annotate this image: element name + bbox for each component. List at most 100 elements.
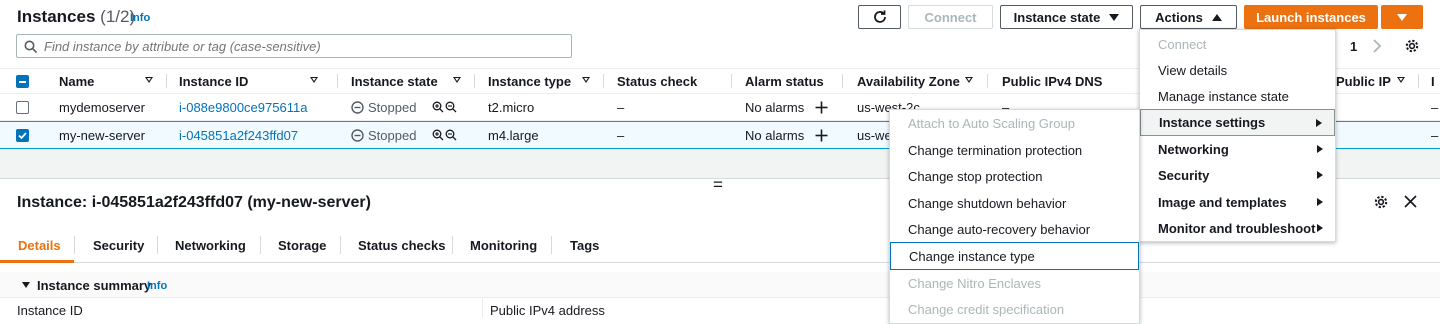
menu-item-instance-settings[interactable]: Instance settings bbox=[1140, 109, 1335, 136]
menu-item-monitor-and-troubleshoot[interactable]: Monitor and troubleshoot bbox=[1140, 215, 1335, 241]
gear-icon[interactable] bbox=[1373, 194, 1389, 210]
caret-down-icon bbox=[1109, 13, 1120, 21]
page-number[interactable]: 1 bbox=[1350, 39, 1357, 54]
zoom-icons[interactable] bbox=[432, 94, 457, 120]
field-label-public-ipv4: Public IPv4 address bbox=[490, 303, 605, 318]
zoom-in-icon[interactable] bbox=[432, 129, 444, 141]
chevron-right-icon bbox=[1316, 119, 1322, 127]
cell-alarm-status: No alarms bbox=[745, 127, 805, 143]
col-header-public-ip[interactable]: Public IP bbox=[1336, 69, 1391, 93]
menu-item-label: Security bbox=[1158, 167, 1210, 183]
row-checkbox[interactable] bbox=[16, 129, 29, 142]
menu-item-label: Image and templates bbox=[1158, 194, 1287, 210]
menu-item-attach-auto-scaling[interactable]: Attach to Auto Scaling Group bbox=[890, 110, 1139, 136]
cell-state: Stopped bbox=[351, 94, 416, 120]
cell-instance-id[interactable]: i-045851a2f243ffd07 bbox=[179, 122, 298, 148]
launch-instances-button[interactable]: Launch instances bbox=[1244, 5, 1378, 29]
tab-security[interactable]: Security bbox=[93, 236, 144, 254]
actions-button[interactable]: Actions bbox=[1140, 5, 1237, 29]
title-text: Instances bbox=[17, 7, 96, 26]
connect-button[interactable]: Connect bbox=[908, 5, 993, 29]
zoom-out-icon[interactable] bbox=[445, 101, 457, 113]
chevron-right-icon bbox=[1317, 224, 1323, 232]
menu-item-change-stop-protection[interactable]: Change stop protection bbox=[890, 163, 1139, 189]
tab-tags[interactable]: Tags bbox=[570, 236, 599, 254]
chevron-right-icon bbox=[1317, 198, 1323, 206]
close-icon[interactable] bbox=[1404, 195, 1417, 208]
search-input[interactable] bbox=[44, 37, 564, 55]
cell-instance-id[interactable]: i-088e9800ce975611a bbox=[179, 94, 307, 120]
tab-details[interactable]: Details bbox=[18, 236, 61, 254]
caret-down-icon bbox=[1397, 13, 1407, 21]
sort-icon[interactable] bbox=[453, 77, 461, 83]
menu-item-security[interactable]: Security bbox=[1140, 162, 1335, 188]
cell-instance-type: m4.large bbox=[488, 127, 539, 143]
add-alarm-icon[interactable] bbox=[815, 129, 828, 142]
col-header-instance-state[interactable]: Instance state bbox=[351, 69, 438, 93]
tab-monitoring[interactable]: Monitoring bbox=[470, 236, 537, 254]
sort-icon[interactable] bbox=[965, 77, 973, 83]
instance-state-label: Instance state bbox=[1013, 9, 1101, 25]
gear-icon[interactable] bbox=[1404, 38, 1420, 54]
col-header-instance-id[interactable]: Instance ID bbox=[179, 69, 248, 93]
col-header-public-dns[interactable]: Public IPv4 DNS bbox=[1002, 69, 1102, 93]
field-label-instance-id: Instance ID bbox=[17, 303, 83, 318]
menu-item-change-shutdown-behavior[interactable]: Change shutdown behavior bbox=[890, 190, 1139, 216]
info-link[interactable]: Info bbox=[130, 12, 150, 24]
instance-state-button[interactable]: Instance state bbox=[1000, 5, 1133, 29]
cell-alarm-status: No alarms bbox=[745, 99, 805, 115]
zoom-out-icon[interactable] bbox=[445, 129, 457, 141]
column-divider bbox=[482, 298, 483, 318]
menu-item-change-nitro-enclaves[interactable]: Change Nitro Enclaves bbox=[890, 270, 1139, 296]
sort-icon[interactable] bbox=[145, 77, 153, 83]
select-all-checkbox[interactable] bbox=[16, 75, 29, 88]
col-header-availability-zone[interactable]: Availability Zone bbox=[857, 69, 960, 93]
menu-item-image-and-templates[interactable]: Image and templates bbox=[1140, 189, 1335, 215]
menu-item-change-auto-recovery[interactable]: Change auto-recovery behavior bbox=[890, 216, 1139, 242]
refresh-button[interactable] bbox=[858, 5, 901, 29]
search-box[interactable] bbox=[16, 34, 572, 58]
state-label: Stopped bbox=[368, 127, 417, 143]
menu-item-label: Monitor and troubleshoot bbox=[1158, 220, 1316, 236]
menu-item-change-instance-type[interactable]: Change instance type bbox=[890, 242, 1139, 270]
search-icon bbox=[24, 40, 38, 54]
cell-public-ip: – bbox=[1431, 99, 1439, 115]
tab-storage[interactable]: Storage bbox=[278, 236, 326, 254]
sort-icon[interactable] bbox=[310, 77, 318, 83]
launch-dropdown-button[interactable] bbox=[1381, 5, 1423, 29]
sort-icon[interactable] bbox=[582, 77, 590, 83]
menu-item-change-termination-protection[interactable]: Change termination protection bbox=[890, 137, 1139, 163]
menu-item-change-credit-specification[interactable]: Change credit specification bbox=[890, 296, 1139, 322]
actions-menu: Connect View details Manage instance sta… bbox=[1139, 29, 1336, 242]
summary-header[interactable] bbox=[0, 272, 1440, 298]
col-header-instance-type[interactable]: Instance type bbox=[488, 69, 571, 93]
menu-item-view-details[interactable]: View details bbox=[1140, 57, 1335, 83]
col-header-status-check[interactable]: Status check bbox=[617, 69, 697, 93]
instance-settings-submenu: Attach to Auto Scaling Group Change term… bbox=[889, 109, 1140, 324]
tab-networking[interactable]: Networking bbox=[175, 236, 246, 254]
sort-icon[interactable] bbox=[1397, 77, 1405, 83]
col-header-extra[interactable]: I bbox=[1431, 69, 1435, 93]
row-checkbox[interactable] bbox=[16, 101, 29, 114]
summary-info-link[interactable]: Info bbox=[147, 280, 167, 292]
state-label: Stopped bbox=[368, 99, 417, 115]
caret-up-icon bbox=[1211, 13, 1222, 21]
cell-availability-zone: us-we bbox=[857, 127, 892, 143]
tab-status-checks[interactable]: Status checks bbox=[358, 236, 445, 254]
drag-handle[interactable]: = bbox=[713, 176, 723, 194]
cell-name: my-new-server bbox=[59, 127, 145, 143]
caret-down-icon[interactable] bbox=[22, 282, 30, 288]
menu-item-networking[interactable]: Networking bbox=[1140, 136, 1335, 162]
stopped-icon bbox=[351, 128, 364, 142]
col-header-alarm-status[interactable]: Alarm status bbox=[745, 69, 824, 93]
menu-item-manage-instance-state[interactable]: Manage instance state bbox=[1140, 83, 1335, 109]
col-header-name[interactable]: Name bbox=[59, 69, 94, 93]
menu-item-label: Networking bbox=[1158, 141, 1229, 157]
zoom-icons[interactable] bbox=[432, 122, 457, 148]
zoom-in-icon[interactable] bbox=[432, 101, 444, 113]
menu-item-connect[interactable]: Connect bbox=[1140, 31, 1335, 57]
chevron-right-icon[interactable] bbox=[1372, 39, 1382, 53]
chevron-right-icon bbox=[1317, 145, 1323, 153]
cell-name: mydemoserver bbox=[59, 99, 145, 115]
add-alarm-icon[interactable] bbox=[815, 101, 828, 114]
